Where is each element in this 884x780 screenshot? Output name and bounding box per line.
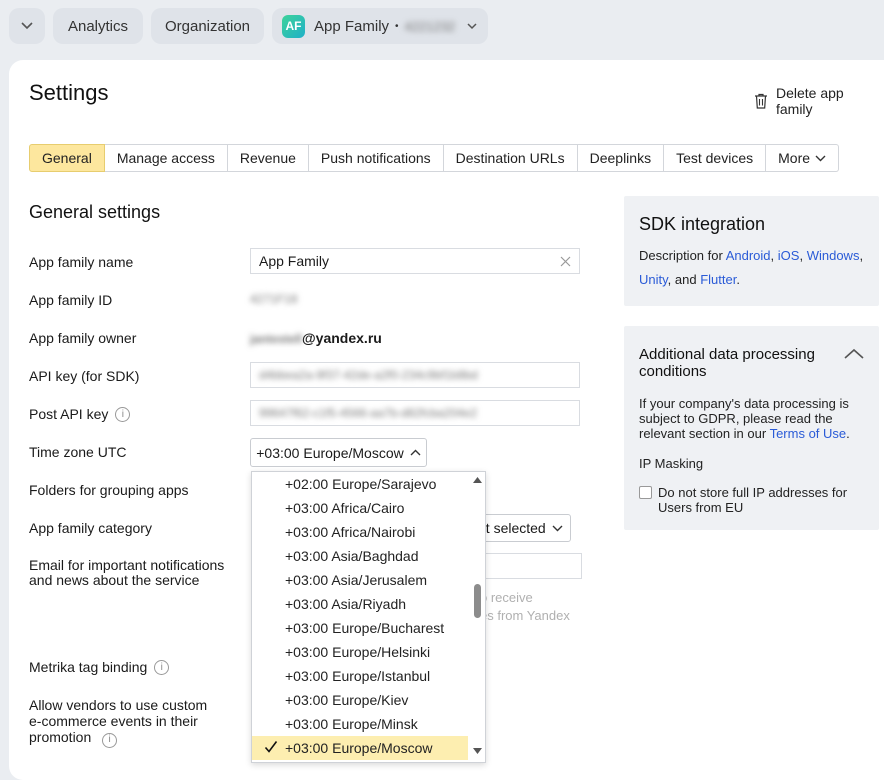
delete-app-family-button[interactable]: Delete app family (754, 85, 884, 117)
post-api-key-field[interactable]: 99647f62-c1f5-4566-aa7b-d82fcba204e2 (250, 400, 580, 426)
category-label: App family category (29, 520, 152, 536)
ip-masking-heading: IP Masking (639, 456, 704, 471)
time-zone-option[interactable]: +02:00 Europe/Sarajevo (252, 472, 468, 496)
tab-manage-access[interactable]: Manage access (104, 144, 228, 172)
time-zone-label: Time zone UTC (29, 444, 127, 460)
chevron-down-icon (815, 155, 826, 161)
info-icon[interactable]: i (154, 659, 170, 675)
vendors-label: Allow vendors to use custom e-commerce e… (29, 697, 219, 748)
metrika-label: Metrika tag binding i (29, 659, 170, 675)
analytics-tab[interactable]: Analytics (53, 8, 143, 44)
page-title: Settings (29, 80, 109, 105)
general-settings-heading: General settings (29, 202, 161, 222)
info-icon[interactable]: i (102, 732, 118, 748)
windows-link[interactable]: Windows (807, 248, 860, 263)
data-processing-title: Additional data processing conditions (639, 346, 815, 380)
email-input[interactable] (470, 553, 582, 579)
time-zone-select[interactable]: +03:00 Europe/Moscow (250, 438, 427, 467)
time-zone-option[interactable]: +03:00 Europe/Kiev (252, 688, 468, 712)
sdk-integration-card: SDK integration Description for Android,… (624, 196, 879, 306)
time-zone-option[interactable]: +03:00 Europe/Minsk (252, 712, 468, 736)
chevron-down-icon (467, 22, 477, 29)
ip-masking-checkbox-label[interactable]: Do not store full IP addresses for Users… (658, 485, 873, 515)
ip-masking-checkbox[interactable] (639, 486, 652, 499)
check-icon (264, 741, 278, 753)
flutter-link[interactable]: Flutter (700, 272, 736, 287)
time-zone-option[interactable]: +03:00 Africa/Cairo (252, 496, 468, 520)
chevron-down-icon (552, 525, 563, 531)
api-key-label: API key (for SDK) (29, 368, 140, 384)
tab-test-devices[interactable]: Test devices (664, 144, 767, 172)
app-family-badge: AF (282, 14, 305, 38)
app-family-id-value: 4271F18 (250, 292, 298, 306)
organization-tab[interactable]: Organization (151, 8, 264, 44)
app-family-id-label: App family ID (29, 292, 113, 308)
app-family-owner-value: jantestell@yandex.ru (250, 330, 382, 346)
app-family-name: App Family (314, 17, 390, 35)
email-label: Email for important notifications and ne… (29, 557, 225, 588)
email-hint-2: es from Yandex (480, 608, 570, 623)
dropdown-scroll-thumb[interactable] (474, 584, 481, 618)
nav-collapse-button[interactable] (9, 8, 45, 44)
tab-deeplinks[interactable]: Deeplinks (577, 144, 665, 172)
folders-label: Folders for grouping apps (29, 482, 189, 498)
time-zone-option[interactable]: +03:00 Europe/Helsinki (252, 640, 468, 664)
time-zone-option[interactable]: +03:00 Asia/Riyadh (252, 592, 468, 616)
app-family-id-masked: 4221232 (404, 18, 456, 34)
time-zone-option[interactable]: +03:00 Africa/Nairobi (252, 520, 468, 544)
chevron-up-icon[interactable] (844, 348, 864, 359)
info-icon[interactable]: i (115, 406, 131, 422)
sdk-title: SDK integration (639, 214, 766, 234)
time-zone-option[interactable]: +03:00 Asia/Baghdad (252, 544, 468, 568)
tab-general[interactable]: General (29, 144, 105, 172)
api-key-field[interactable]: d4bbea2a-9f37-42de-a2f0-234c9bf1b8bd (250, 362, 580, 388)
tab-destination-urls[interactable]: Destination URLs (443, 144, 578, 172)
trash-icon (754, 93, 767, 109)
time-zone-option[interactable]: +03:00 Asia/Jerusalem (252, 568, 468, 592)
separator-dot: • (395, 20, 399, 32)
data-processing-text: If your company's data processing is sub… (639, 396, 850, 441)
time-zone-option[interactable]: +03:00 Europe/Moscow (252, 736, 468, 760)
chevron-down-icon (21, 22, 33, 30)
app-family-selector[interactable]: AF App Family • 4221232 (272, 8, 488, 44)
tab-more[interactable]: More (766, 144, 840, 172)
scroll-down-arrow-icon[interactable] (473, 748, 482, 754)
app-family-name-input[interactable]: App Family (250, 248, 580, 274)
app-family-name-label: App family name (29, 254, 134, 270)
unity-link[interactable]: Unity (639, 272, 668, 287)
android-link[interactable]: Android (726, 248, 771, 263)
app-family-owner-label: App family owner (29, 330, 137, 346)
settings-tabs: General Manage access Revenue Push notif… (29, 144, 840, 172)
time-zone-dropdown[interactable]: +03:00 Europe/Moscow +03:00 Europe/Minsk +… (251, 471, 486, 763)
post-api-key-label: Post API key i (29, 406, 131, 422)
time-zone-option[interactable]: +03:00 Europe/Bucharest (252, 616, 468, 640)
clear-icon[interactable] (560, 256, 571, 267)
tab-revenue[interactable]: Revenue (227, 144, 309, 172)
chevron-up-icon (410, 449, 421, 456)
sdk-description: Description for Android, iOS, Windows, U… (639, 248, 864, 287)
top-bar: Analytics Organization AF App Family • 4… (0, 0, 884, 56)
ios-link[interactable]: iOS (778, 248, 800, 263)
terms-of-use-link[interactable]: Terms of Use (770, 426, 847, 441)
time-zone-option[interactable]: +03:00 Europe/Istanbul (252, 664, 468, 688)
tab-push-notifications[interactable]: Push notifications (308, 144, 444, 172)
scroll-up-arrow-icon[interactable] (473, 477, 482, 483)
email-hint-1: o receive (480, 590, 533, 605)
data-processing-card: Additional data processing conditions If… (624, 326, 879, 530)
